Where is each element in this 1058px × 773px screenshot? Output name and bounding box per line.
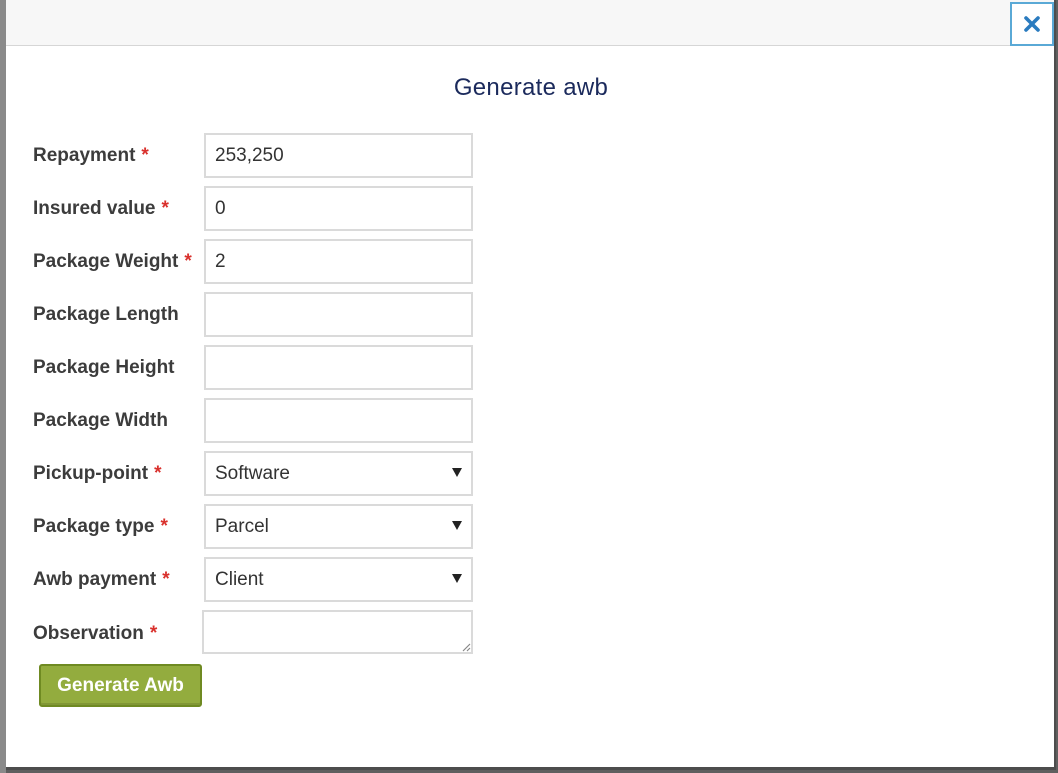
pickup-point-row: Pickup-point * Software xyxy=(33,451,483,496)
repayment-label: Repayment * xyxy=(33,145,149,166)
awb-payment-selected-value: Client xyxy=(215,569,264,590)
repayment-input[interactable] xyxy=(204,133,473,178)
insured-value-label: Insured value * xyxy=(33,198,169,219)
package-width-label: Package Width xyxy=(33,410,168,431)
package-length-input[interactable] xyxy=(204,292,473,337)
package-height-row: Package Height xyxy=(33,345,483,390)
required-marker: * xyxy=(141,145,149,166)
insured-value-input[interactable] xyxy=(204,186,473,231)
generate-awb-button[interactable]: Generate Awb xyxy=(39,664,202,707)
observation-textarea[interactable] xyxy=(202,610,473,654)
close-button[interactable] xyxy=(1010,2,1054,46)
required-marker: * xyxy=(162,569,170,590)
package-length-label: Package Length xyxy=(33,304,179,325)
package-width-row: Package Width xyxy=(33,398,483,443)
modal-header-bar xyxy=(6,0,1054,46)
required-marker: * xyxy=(154,463,162,484)
awb-payment-label: Awb payment * xyxy=(33,569,170,590)
package-weight-row: Package Weight * xyxy=(33,239,483,284)
resize-grip-icon[interactable] xyxy=(461,642,471,652)
caret-down-icon xyxy=(452,574,462,583)
pickup-point-label: Pickup-point * xyxy=(33,463,162,484)
caret-down-icon xyxy=(452,468,462,477)
package-type-label: Package type * xyxy=(33,516,168,537)
required-marker: * xyxy=(149,623,158,644)
caret-down-icon xyxy=(452,521,462,530)
package-type-select[interactable]: Parcel xyxy=(204,504,473,549)
awb-payment-row: Awb payment * Client xyxy=(33,557,483,602)
pickup-point-selected-value: Software xyxy=(215,463,290,484)
insured-value-row: Insured value * xyxy=(33,186,483,231)
pickup-point-select[interactable]: Software xyxy=(204,451,473,496)
required-marker: * xyxy=(161,198,169,219)
awb-payment-select[interactable]: Client xyxy=(204,557,473,602)
package-height-input[interactable] xyxy=(204,345,473,390)
package-type-selected-value: Parcel xyxy=(215,516,269,537)
observation-row: Observation * xyxy=(33,610,483,655)
package-length-row: Package Length xyxy=(33,292,483,337)
observation-label: Observation * xyxy=(33,623,158,644)
package-height-label: Package Height xyxy=(33,357,175,378)
package-weight-label: Package Weight * xyxy=(33,251,192,272)
required-marker: * xyxy=(184,251,192,272)
close-icon xyxy=(1024,16,1040,32)
package-type-row: Package type * Parcel xyxy=(33,504,483,549)
required-marker: * xyxy=(160,516,168,537)
repayment-row: Repayment * xyxy=(33,133,483,178)
package-width-input[interactable] xyxy=(204,398,473,443)
modal-title: Generate awb xyxy=(453,74,609,101)
generate-awb-modal: Generate awb Repayment* Insured value* P… xyxy=(6,0,1056,770)
package-weight-input[interactable] xyxy=(204,239,473,284)
